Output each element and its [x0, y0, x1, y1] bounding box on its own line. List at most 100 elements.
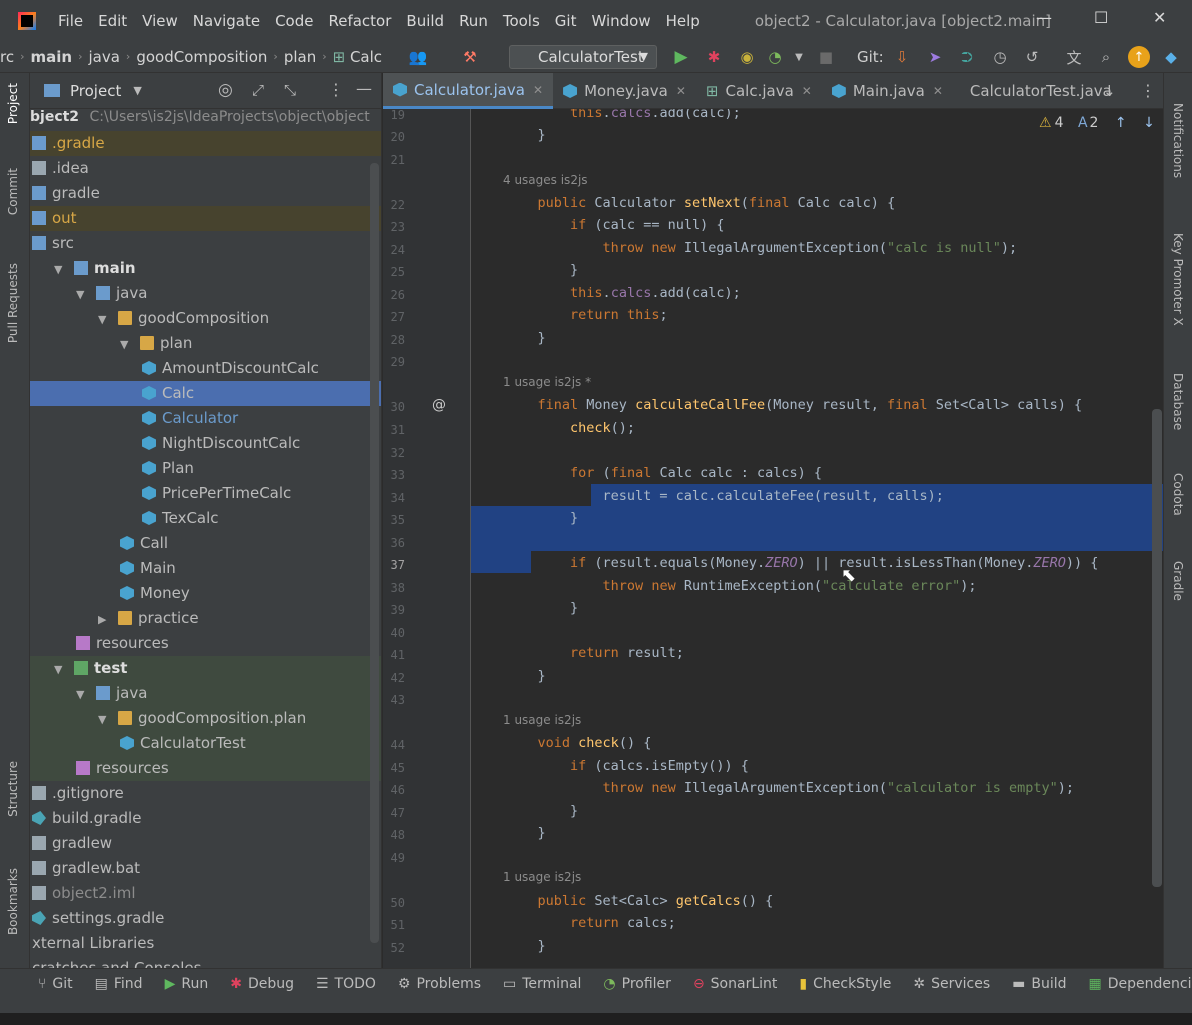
code-line[interactable]: } — [505, 262, 578, 278]
key-promoter-tool-tab[interactable]: Key Promoter X — [1171, 233, 1185, 326]
code-line[interactable]: } — [505, 510, 578, 526]
tree-item[interactable]: PricePerTimeCalc — [30, 481, 381, 506]
code-line[interactable]: } — [505, 803, 578, 819]
notifications-tool-tab[interactable]: Notifications — [1171, 103, 1185, 178]
code-line[interactable]: throw new IllegalArgumentException("calc… — [505, 780, 1074, 796]
tree-item[interactable]: out — [30, 206, 381, 231]
codota-tool-tab[interactable]: Codota — [1171, 473, 1185, 516]
tab-calc-java[interactable]: ⊞ Calc.java ✕ — [696, 73, 822, 109]
tree-item[interactable]: CalculatorTest — [30, 731, 381, 756]
chevron-down-icon[interactable]: ▼ — [54, 657, 68, 682]
plugin-icon[interactable]: ◆ — [1160, 46, 1182, 68]
services-tool[interactable]: ✲ Services — [913, 976, 990, 992]
user-icon[interactable]: 👥 — [407, 46, 429, 68]
editor-scrollbar[interactable] — [1152, 409, 1162, 887]
chevron-down-icon[interactable]: ▼ — [76, 682, 90, 707]
tree-item[interactable]: gradle — [30, 181, 381, 206]
code-line[interactable]: final Money calculateCallFee(Money resul… — [505, 397, 1083, 413]
rollback-icon[interactable]: ↺ — [1021, 46, 1043, 68]
code-line[interactable]: if (calc == null) { — [505, 217, 724, 233]
code-line[interactable]: } — [505, 330, 546, 346]
next-highlight-icon[interactable]: ↓ — [1143, 115, 1155, 131]
tree-item[interactable]: build.gradle — [30, 806, 381, 831]
breadcrumb-java[interactable]: java — [88, 48, 119, 66]
breadcrumb-main[interactable]: main — [31, 48, 73, 66]
tree-item[interactable]: Plan — [30, 456, 381, 481]
tree-item[interactable]: Calculator — [30, 406, 381, 431]
tree-item[interactable]: ▼ java — [30, 281, 381, 306]
stop-icon[interactable]: ■ — [815, 46, 837, 68]
code-vision-hint[interactable]: 1 usage is2js — [503, 870, 581, 884]
tab-options-kebab-icon[interactable]: ⋮ — [1140, 81, 1156, 100]
run-configuration-select[interactable]: CalculatorTest ▼ — [509, 45, 657, 69]
coverage-icon[interactable]: ◉ — [736, 46, 758, 68]
code-line[interactable]: } — [505, 825, 546, 841]
code-line[interactable]: } — [505, 668, 546, 684]
chevron-down-icon[interactable]: ▼ — [98, 707, 112, 732]
tree-item[interactable]: resources — [30, 631, 381, 656]
project-root-row[interactable]: bject2 C:\Users\is2js\IdeaProjects\objec… — [30, 109, 381, 131]
tab-calculator-java[interactable]: Calculator.java ✕ — [383, 73, 554, 109]
menu-git[interactable]: Git — [555, 12, 577, 30]
code-vision-hint[interactable]: 4 usages is2js — [503, 173, 588, 187]
find-tool[interactable]: ▤ Find — [95, 976, 143, 992]
tree-item[interactable]: ▼ main — [30, 256, 381, 281]
code-line[interactable]: this.calcs.add(calc); — [505, 285, 741, 301]
terminal-tool[interactable]: ▭ Terminal — [503, 976, 581, 992]
tree-item[interactable]: AmountDiscountCalc — [30, 356, 381, 381]
menu-view[interactable]: View — [142, 12, 178, 30]
git-update-icon[interactable]: ⇩ — [891, 46, 913, 68]
tree-item[interactable]: .gitignore — [30, 781, 381, 806]
profiler-icon[interactable]: ◔ — [764, 46, 786, 68]
options-kebab-icon[interactable]: ⋮ — [328, 80, 344, 99]
tab-main-java[interactable]: Main.java ✕ — [822, 73, 953, 109]
profiler-tool[interactable]: ◔ Profiler — [603, 976, 671, 992]
chevron-down-icon[interactable]: ▼ — [133, 84, 141, 97]
tree-item[interactable]: Main — [30, 556, 381, 581]
code-line[interactable]: result = calc.calculateFee(result, calls… — [505, 488, 944, 504]
chevron-down-icon[interactable]: ▼ — [120, 332, 134, 357]
gradle-tool-tab[interactable]: Gradle — [1171, 561, 1185, 601]
build-tool[interactable]: ▬ Build — [1012, 976, 1066, 992]
code-line[interactable]: if (calcs.isEmpty()) { — [505, 758, 749, 774]
code-line[interactable]: throw new IllegalArgumentException("calc… — [505, 240, 1018, 256]
structure-tool-tab[interactable]: Structure — [6, 761, 20, 817]
menu-refactor[interactable]: Refactor — [328, 12, 391, 30]
breadcrumb-calc[interactable]: ⊞ Calc — [333, 48, 382, 66]
code-line[interactable]: } — [505, 127, 546, 143]
code-line[interactable]: check(); — [505, 420, 635, 436]
code-line[interactable]: if (result.equals(Money.ZERO) || result.… — [505, 555, 1098, 571]
database-tool-tab[interactable]: Database — [1171, 373, 1185, 430]
project-view-title[interactable]: Project — [70, 82, 121, 100]
code-line[interactable]: void check() { — [505, 735, 652, 751]
code-line[interactable]: this.calcs.add(calc); — [505, 109, 741, 121]
tree-item[interactable]: ▼ goodComposition.plan — [30, 706, 381, 732]
code-line[interactable]: return result; — [505, 645, 684, 661]
menu-help[interactable]: Help — [666, 12, 700, 30]
close-tab-icon[interactable]: ✕ — [802, 84, 812, 98]
collapse-all-icon[interactable]: ⤡ — [284, 81, 296, 99]
previous-highlight-icon[interactable]: ↑ — [1115, 115, 1127, 131]
tree-item[interactable]: ▼ plan — [30, 331, 381, 357]
code-vision-hint[interactable]: 1 usage is2js — [503, 713, 581, 727]
tree-item[interactable]: NightDiscountCalc — [30, 431, 381, 456]
translate-icon[interactable]: 文 — [1063, 46, 1085, 68]
tree-item[interactable]: src — [30, 231, 381, 256]
tree-item[interactable]: Call — [30, 531, 381, 556]
tab-money-java[interactable]: Money.java ✕ — [553, 73, 696, 109]
git-push-icon[interactable]: ➤ — [924, 46, 946, 68]
tree-item[interactable]: ▶ practice — [30, 606, 381, 632]
close-tab-icon[interactable]: ✕ — [533, 83, 543, 97]
tree-item[interactable]: .gradle — [30, 131, 381, 156]
problems-tool[interactable]: ⚙ Problems — [398, 976, 481, 992]
git-commit-icon[interactable]: ⮊ — [956, 46, 978, 68]
bookmarks-tool-tab[interactable]: Bookmarks — [6, 868, 20, 935]
chevron-right-icon[interactable]: ▶ — [98, 607, 112, 632]
implements-marker-icon[interactable]: @ — [432, 397, 446, 413]
code-line[interactable]: public Set<Calc> getCalcs() { — [505, 893, 774, 909]
sonarlint-tool[interactable]: ⊖ SonarLint — [693, 976, 777, 992]
editor-gutter[interactable]: 19 20 21 22 23 24 25 26 27 28 29 30 31 32 33 34 35 36 37 38… — [383, 109, 471, 968]
menu-run[interactable]: Run — [459, 12, 488, 30]
pull-requests-tool-tab[interactable]: Pull Requests — [6, 263, 20, 343]
code-line[interactable]: for (final Calc calc : calcs) { — [505, 465, 822, 481]
